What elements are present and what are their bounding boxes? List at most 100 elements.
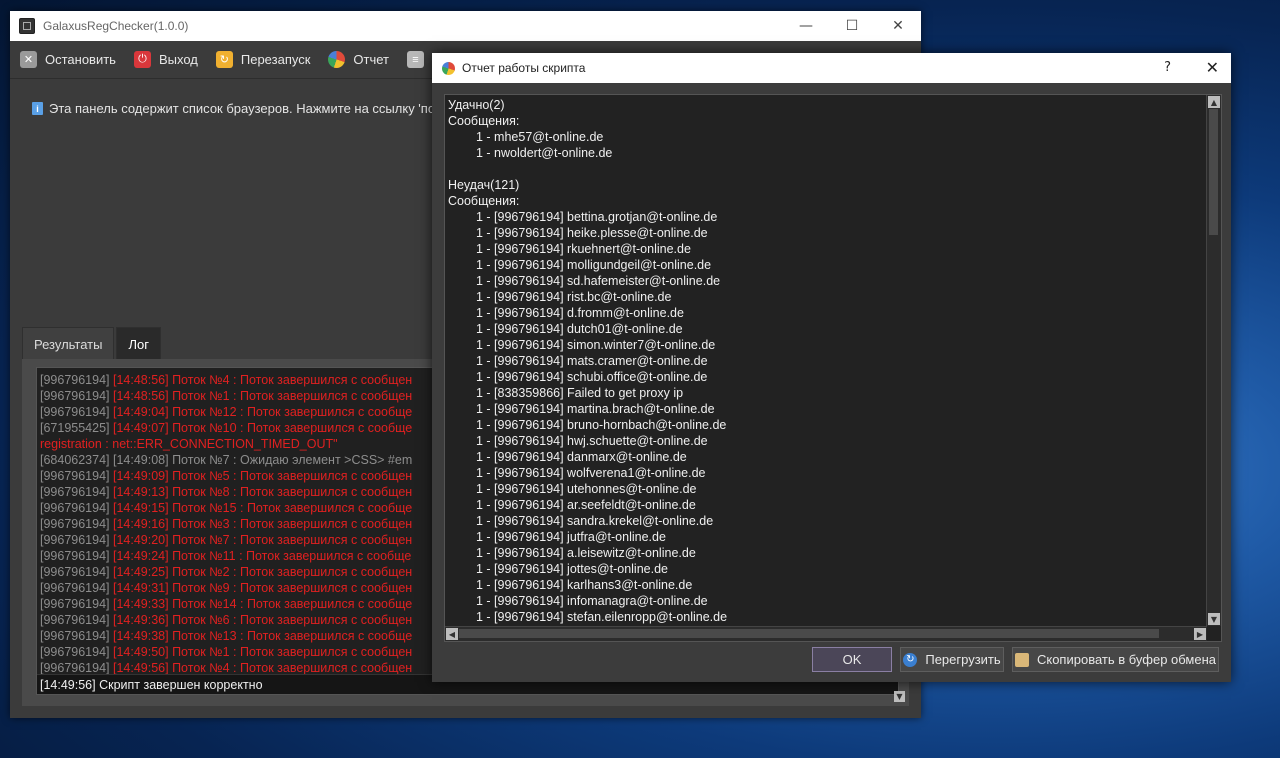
ok-button[interactable]: OK	[812, 647, 892, 672]
report-text-area[interactable]: Удачно(2) Сообщения: 1 - mhe57@t-online.de…	[444, 94, 1222, 642]
success-header: Удачно(2)	[448, 98, 505, 112]
horizontal-scrollbar[interactable]: ◀ ▶	[445, 626, 1207, 641]
log-message: [14:49:07] Поток №10 : Поток завершился …	[113, 421, 413, 435]
log-message: [14:49:04] Поток №12 : Поток завершился …	[113, 405, 413, 419]
fail-item: 1 - [996796194] martina.brach@t-online.d…	[476, 402, 715, 416]
log-message: [14:49:08] Поток №7 : Ожидаю элемент >CS…	[113, 453, 413, 467]
fail-item: 1 - [996796194] jutfra@t-online.de	[476, 530, 666, 544]
copy-to-clipboard-button[interactable]: Скопировать в буфер обмена	[1012, 647, 1219, 672]
tab-bar: Результаты Лог	[22, 327, 163, 360]
log-thread-id: [996796194]	[40, 645, 113, 659]
fail-item: 1 - [996796194] a.leisewitz@t-online.de	[476, 546, 696, 560]
report-content: Удачно(2) Сообщения: 1 - mhe57@t-online.de…	[448, 97, 727, 625]
log-message: [14:49:15] Поток №15 : Поток завершился …	[113, 501, 413, 515]
dialog-title: Отчет работы скрипта	[462, 61, 586, 75]
fail-item: 1 - [996796194] simon.winter7@t-online.d…	[476, 338, 716, 352]
toolbar-button-1[interactable]: ⏻ Выход	[133, 51, 198, 68]
tab-0[interactable]: Результаты	[22, 327, 115, 360]
log-message: [14:49:16] Поток №3 : Поток завершился с…	[113, 517, 413, 531]
fail-item: 1 - [996796194] ar.seefeldt@t-online.de	[476, 498, 696, 512]
info-text: Эта панель содержит список браузеров. На…	[49, 101, 436, 116]
restart-icon: ↻	[215, 51, 233, 68]
pie-chart-icon	[328, 51, 346, 68]
log-message: [14:49:13] Поток №8 : Поток завершился с…	[113, 485, 413, 499]
log-thread-id: [671955425]	[40, 421, 113, 435]
toolbar-button-label: Остановить	[45, 52, 116, 67]
log-message: [14:49:09] Поток №5 : Поток завершился с…	[113, 469, 413, 483]
power-icon: ⏻	[133, 51, 151, 68]
fail-item: 1 - [996796194] bruno-hornbach@t-online.…	[476, 418, 727, 432]
refresh-icon: ↻	[903, 652, 918, 667]
log-thread-id: [996796194]	[40, 565, 113, 579]
tab-1[interactable]: Лог	[116, 327, 161, 360]
log-thread-id: [684062374]	[40, 453, 113, 467]
messages-label: Сообщения:	[448, 194, 520, 208]
vertical-scrollbar[interactable]: ▲ ▼	[1206, 95, 1221, 626]
fail-item: 1 - [996796194] utehonnes@t-online.de	[476, 482, 697, 496]
document-icon: ≡	[407, 51, 424, 68]
minimize-icon: —	[799, 18, 813, 34]
fail-item: 1 - [996796194] infomanagra@t-online.de	[476, 594, 708, 608]
minimize-button[interactable]: —	[783, 11, 829, 41]
horizontal-scroll-thumb[interactable]	[459, 629, 1159, 638]
vertical-scroll-thumb[interactable]	[1209, 109, 1218, 235]
success-item: 1 - mhe57@t-online.de	[476, 130, 604, 144]
toolbar-button-3[interactable]: Отчет	[328, 51, 389, 68]
log-message: [14:49:25] Поток №2 : Поток завершился с…	[113, 565, 413, 579]
messages-label: Сообщения:	[448, 114, 520, 128]
log-message: [14:48:56] Поток №1 : Поток завершился с…	[113, 389, 413, 403]
close-icon: ✕	[892, 18, 904, 34]
fail-item: 1 - [996796194] bettina.grotjan@t-online…	[476, 210, 718, 224]
log-message: [14:49:56] Поток №4 : Поток завершился с…	[113, 661, 413, 675]
scroll-up-icon[interactable]: ▲	[1208, 96, 1220, 108]
app-icon	[19, 18, 35, 34]
dialog-close-button[interactable]: ✕	[1206, 58, 1219, 77]
fail-header: Неудач(121)	[448, 178, 520, 192]
clipboard-icon	[1014, 652, 1029, 667]
stop-icon: ✕	[20, 51, 37, 68]
scroll-down-icon[interactable]: ▼	[894, 691, 905, 702]
scroll-down-icon[interactable]: ▼	[1208, 613, 1220, 625]
log-message: [14:49:36] Поток №6 : Поток завершился с…	[113, 613, 413, 627]
fail-item: 1 - [996796194] heike.plesse@t-online.de	[476, 226, 708, 240]
log-thread-id: [996796194]	[40, 485, 113, 499]
toolbar-button-label: Выход	[158, 52, 198, 67]
log-thread-id: [996796194]	[40, 549, 113, 563]
fail-item: 1 - [996796194] karlhans3@t-online.de	[476, 578, 693, 592]
reload-button[interactable]: ↻ Перегрузить	[900, 647, 1004, 672]
log-thread-id: [996796194]	[40, 501, 113, 515]
scroll-left-icon[interactable]: ◀	[446, 628, 458, 640]
dialog-titlebar[interactable]: Отчет работы скрипта ? ✕	[432, 53, 1231, 83]
main-titlebar[interactable]: GalaxusRegChecker(1.0.0) — ☐ ✕	[10, 11, 921, 41]
log-message: [14:49:24] Поток №11 : Поток завершился …	[113, 549, 412, 563]
window-title: GalaxusRegChecker(1.0.0)	[43, 19, 189, 33]
log-message: [14:49:31] Поток №9 : Поток завершился с…	[113, 581, 413, 595]
pie-chart-icon	[442, 61, 455, 75]
scroll-right-icon[interactable]: ▶	[1194, 628, 1206, 640]
info-message: i Эта панель содержит список браузеров. …	[32, 101, 435, 116]
log-message: [14:48:56] Поток №4 : Поток завершился с…	[113, 373, 413, 387]
maximize-button[interactable]: ☐	[829, 11, 875, 41]
ok-label: OK	[842, 652, 862, 667]
fail-item: 1 - [996796194] sd.hafemeister@t-online.…	[476, 274, 721, 288]
log-thread-id: [996796194]	[40, 629, 113, 643]
copy-label: Скопировать в буфер обмена	[1036, 652, 1217, 667]
log-message: registration : net::ERR_CONNECTION_TIMED…	[40, 437, 338, 451]
fail-item: 1 - [996796194] mats.cramer@t-online.de	[476, 354, 708, 368]
log-message: [14:49:33] Поток №14 : Поток завершился …	[113, 597, 413, 611]
info-icon: i	[32, 102, 43, 115]
log-thread-id: [996796194]	[40, 581, 113, 595]
help-button[interactable]: ?	[1164, 60, 1171, 75]
toolbar-button-0[interactable]: ✕ Остановить	[20, 51, 116, 68]
fail-item: 1 - [996796194] rkuehnert@t-online.de	[476, 242, 691, 256]
close-button[interactable]: ✕	[875, 11, 921, 41]
fail-item: 1 - [838359866] Failed to get proxy ip	[476, 386, 684, 400]
fail-item: 1 - [996796194] dutch01@t-online.de	[476, 322, 683, 336]
fail-item: 1 - [996796194] molligundgeil@t-online.d…	[476, 258, 712, 272]
log-thread-id: [996796194]	[40, 469, 113, 483]
toolbar-button-label: Отчет	[353, 52, 389, 67]
log-thread-id: [996796194]	[40, 661, 113, 675]
toolbar-button-2[interactable]: ↻ Перезапуск	[215, 51, 310, 68]
log-message: [14:49:38] Поток №13 : Поток завершился …	[113, 629, 413, 643]
log-thread-id: [996796194]	[40, 389, 113, 403]
